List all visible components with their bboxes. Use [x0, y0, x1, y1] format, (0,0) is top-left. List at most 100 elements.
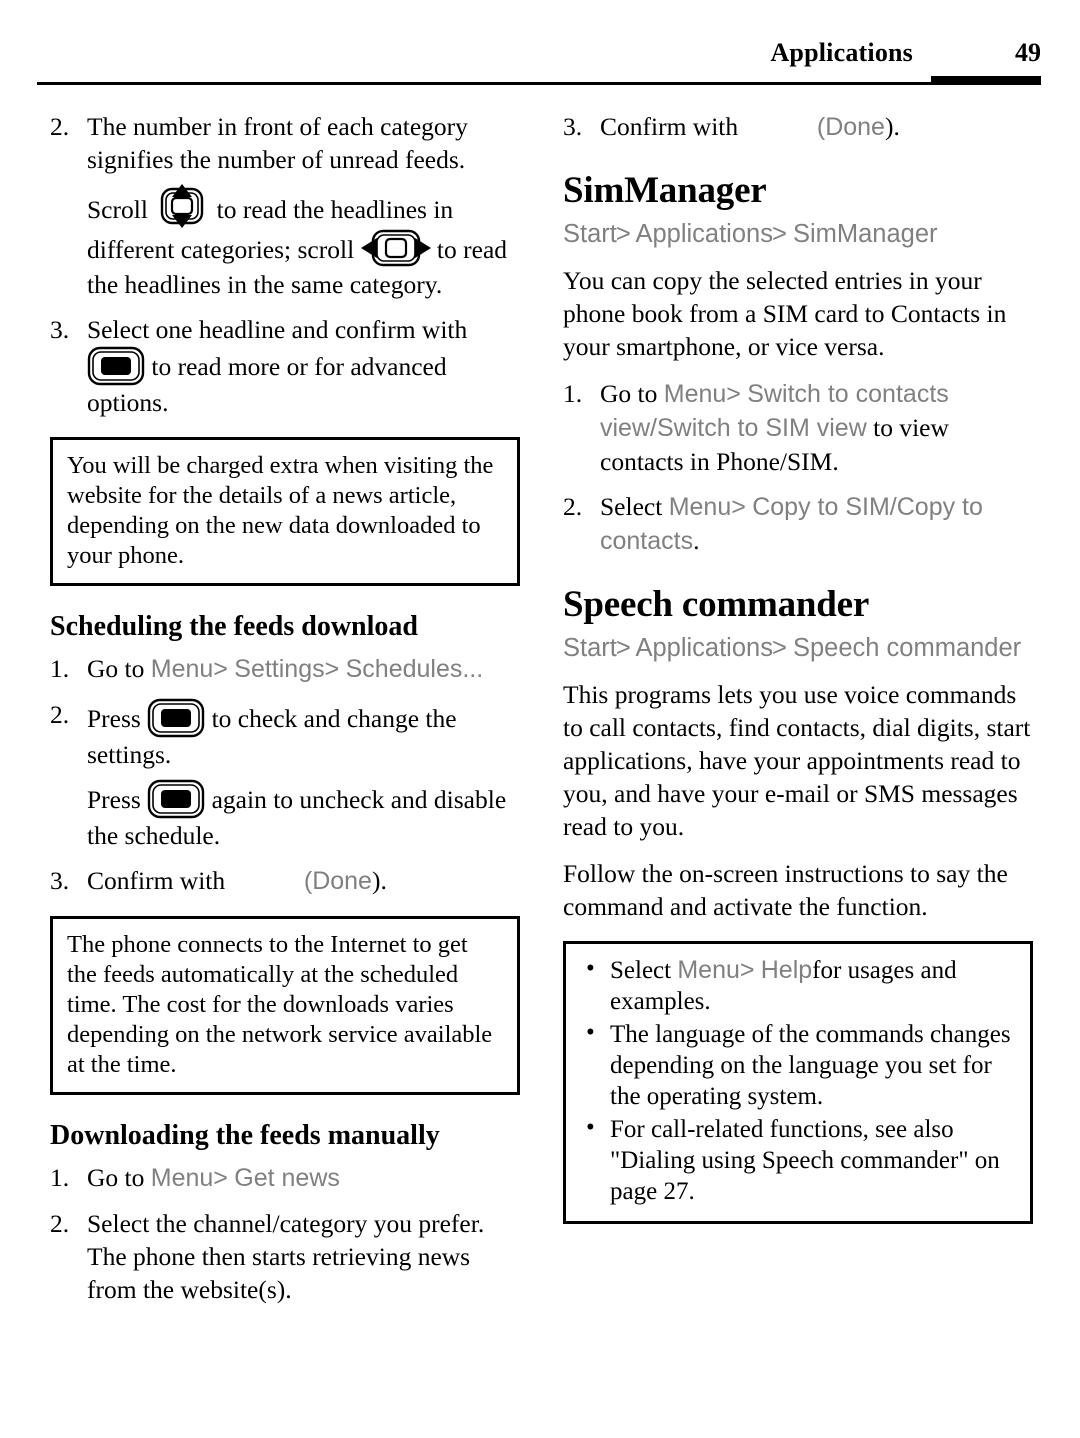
list-number: 1.: [563, 379, 583, 408]
path-separator-icon: >: [213, 1164, 228, 1192]
list-number: 3.: [563, 112, 583, 141]
left-column: 2. The number in front of each category …: [50, 110, 520, 1318]
note-box-charges: You will be charged extra when visiting …: [50, 437, 520, 586]
note-box-internet-cost: The phone connects to the Internet to ge…: [50, 916, 520, 1095]
list-item: 1. Go to Menu> Settings> Schedules...: [50, 652, 520, 686]
list-number: 3.: [50, 315, 70, 344]
select-key-icon: [147, 698, 205, 738]
bullet-list: • Select Menu> Helpfor usages and exampl…: [580, 955, 1016, 1207]
header-rule-thick: [931, 76, 1041, 85]
heading-downloading-feeds-manually: Downloading the feeds manually: [50, 1120, 440, 1151]
simmanager-steps-list: 1. Go to Menu> Switch to contacts view/S…: [563, 377, 1033, 558]
path-separator-icon: >: [731, 493, 746, 521]
list-item: 1. Go to Menu> Get news: [50, 1161, 520, 1195]
speech-para-1: This programs lets you use voice command…: [563, 680, 1031, 841]
right-column: 3. Confirm with (Done). SimManager Start…: [563, 110, 1033, 1244]
path-separator-icon: >: [771, 634, 787, 662]
press-pre-text: Press: [87, 704, 141, 733]
step-text: Select the channel/category you prefer. …: [87, 1209, 485, 1304]
breadcrumb-start: Start: [563, 634, 617, 662]
softkey-placeholder-icon: [745, 134, 811, 135]
list-item: • Select Menu> Helpfor usages and exampl…: [580, 955, 1016, 1017]
step2-scroll-line: Scroll to read the headlines in differen…: [87, 184, 520, 301]
page-title: Applications: [770, 38, 913, 67]
list-item: 2. Select the channel/category you prefe…: [50, 1207, 520, 1306]
goto-text: Go to: [87, 1163, 145, 1192]
goto-text: Go to: [87, 654, 145, 683]
slash-separator: /: [889, 493, 897, 521]
press-again-pre-text: Press: [87, 785, 141, 814]
confirm-text: Confirm with: [87, 866, 226, 895]
breadcrumb-speech-commander: Speech commander: [792, 634, 1022, 662]
heading-scheduling-feeds-download: Scheduling the feeds download: [50, 611, 418, 642]
ui-term-done: (Done: [816, 113, 885, 141]
bullet2-text: The language of the commands changes dep…: [610, 1021, 1011, 1110]
page-number: 49: [1015, 38, 1041, 67]
path-separator-icon: >: [615, 220, 631, 248]
confirm-text: Confirm with: [600, 112, 739, 141]
list-item: • For call-related functions, see also "…: [580, 1114, 1016, 1207]
bullet3-text: For call-related functions, see also "Di…: [610, 1116, 1000, 1205]
list-item: 3. Confirm with (Done).: [563, 110, 1033, 144]
path-separator-icon: >: [213, 655, 228, 683]
list-item: 2. Select Menu> Copy to SIM/Copy to cont…: [563, 490, 1033, 558]
path-separator-icon: >: [324, 655, 340, 683]
scroll-left-right-key-icon: [360, 228, 431, 268]
ui-term-menu: Menu: [663, 380, 727, 408]
step2-line1: The number in front of each category sig…: [87, 112, 468, 174]
downloading-steps-list: 1. Go to Menu> Get news 2. Select the ch…: [50, 1161, 520, 1306]
select-text: Select: [600, 492, 663, 521]
ui-term-schedules: Schedules...: [345, 655, 484, 683]
list-number: 1.: [50, 1163, 70, 1192]
bullet-icon: •: [586, 1114, 595, 1141]
heading-speech-commander: Speech commander: [563, 584, 870, 625]
scroll-pre-text: Scroll: [87, 195, 148, 224]
bullet-icon: •: [586, 955, 595, 982]
note-box-speech-tips: • Select Menu> Helpfor usages and exampl…: [563, 941, 1033, 1224]
list-item: 2. Press to check and change the setting…: [50, 698, 520, 852]
breadcrumb-simmanager: SimManager: [792, 220, 938, 248]
path-separator-icon: >: [739, 956, 755, 984]
running-header: Applications 49: [37, 38, 1041, 88]
manual-page: Applications 49 2. The number in front o…: [0, 0, 1080, 1438]
step3-pre-text: Select one headline and confirm with: [87, 315, 468, 344]
list-number: 2.: [50, 1209, 70, 1238]
list-number: 1.: [50, 654, 70, 683]
ui-term-done: (Done: [303, 867, 372, 895]
bullet-icon: •: [586, 1019, 595, 1046]
note-text: You will be charged extra when visiting …: [67, 452, 494, 569]
done-close-paren: ).: [884, 112, 900, 141]
press-again-line: Press again to uncheck and disable the s…: [87, 779, 520, 852]
ui-term-menu: Menu: [150, 1164, 214, 1192]
ui-term-copy-to-sim: Copy to SIM: [752, 493, 890, 521]
ui-term-settings: Settings: [234, 655, 325, 683]
scroll-up-down-key-icon: [154, 184, 210, 228]
list-number: 2.: [50, 112, 70, 141]
feeds-steps-list: 2. The number in front of each category …: [50, 110, 520, 419]
header-rule-thin: [37, 82, 931, 85]
note-text: The phone connects to the Internet to ge…: [67, 931, 493, 1078]
breadcrumb: Start> Applications> Speech commander: [563, 632, 1033, 664]
done-close-paren: ).: [371, 866, 387, 895]
ui-term-help: Help: [760, 956, 813, 984]
list-item: • The language of the commands changes d…: [580, 1019, 1016, 1112]
list-item: 2. The number in front of each category …: [50, 110, 520, 301]
goto-text: Go to: [600, 379, 658, 408]
path-separator-icon: >: [726, 380, 741, 408]
list-item: 3. Select one headline and confirm with …: [50, 313, 520, 419]
ui-term-menu: Menu: [668, 493, 732, 521]
path-separator-icon: >: [771, 220, 787, 248]
ui-term-get-news: Get news: [234, 1164, 340, 1192]
breadcrumb-start: Start: [563, 220, 617, 248]
ui-term-menu: Menu: [677, 956, 740, 984]
breadcrumb-applications: Applications: [635, 634, 773, 662]
simmanager-intro: You can copy the selected entries in you…: [563, 266, 1007, 361]
softkey-placeholder-icon: [232, 888, 298, 889]
ui-term-menu: Menu: [150, 655, 214, 683]
ui-term-switch-to-sim-view: Switch to SIM view: [656, 414, 867, 442]
list-number: 2.: [563, 492, 583, 521]
path-separator-icon: >: [615, 634, 631, 662]
select-key-icon: [147, 779, 205, 819]
bullet1-pre-text: Select: [610, 957, 672, 984]
list-number: 2.: [50, 700, 70, 729]
